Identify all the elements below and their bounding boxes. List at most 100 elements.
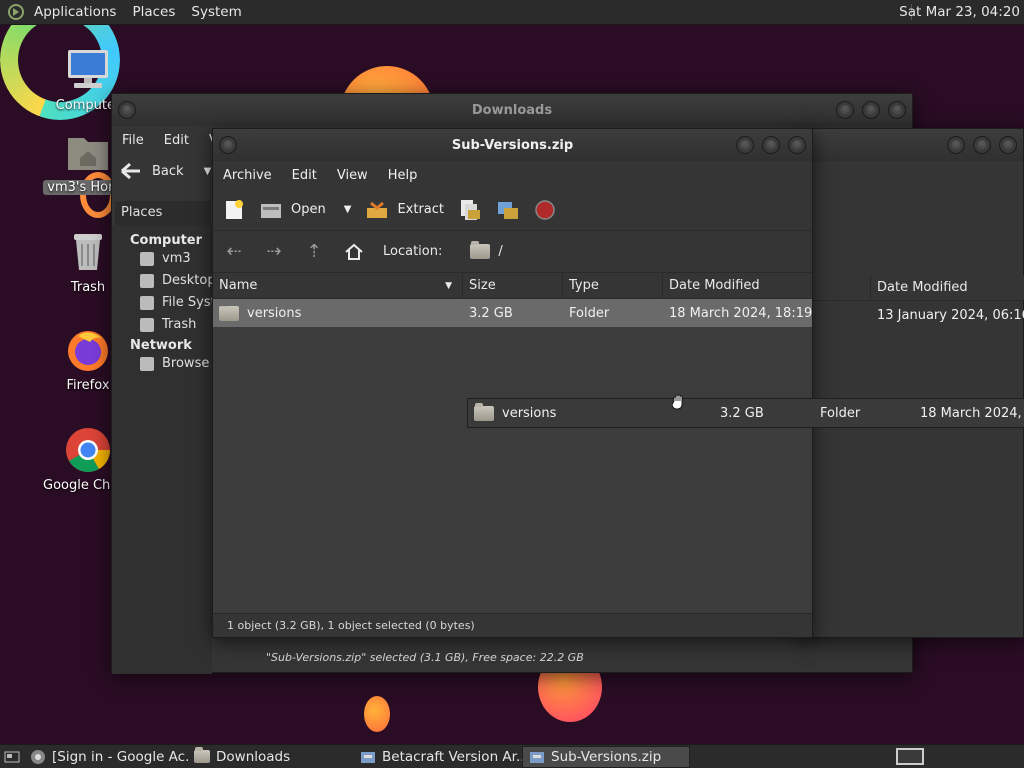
row-name: versions — [247, 305, 302, 321]
drag-size: 3.2 GB — [720, 405, 764, 421]
add-files-button[interactable] — [458, 198, 482, 222]
maximize-button[interactable] — [862, 101, 880, 119]
back-arrow-icon[interactable]: ⇠ — [223, 241, 245, 263]
archive-icon — [530, 751, 544, 763]
drag-preview-row: versions 3.2 GB Folder 18 March 2024, 18 — [467, 398, 1024, 428]
sidebar-item-vm3[interactable]: vm3 — [112, 248, 212, 270]
window-title: Downloads — [471, 102, 553, 118]
table-row[interactable]: r 13 January 2024, 06:16 — [801, 301, 1024, 329]
maximize-button[interactable] — [973, 136, 991, 154]
sidebar-item-label: Desktop — [162, 273, 212, 288]
sidebar-item-trash[interactable]: Trash — [112, 314, 212, 336]
taskbar-item-betacraft[interactable]: Betacraft Version Ar... — [354, 746, 522, 768]
taskbar-item-chrome[interactable]: [Sign in - Google Ac... — [24, 746, 188, 768]
chrome-icon — [66, 428, 110, 472]
row-date: 18 March 2024, 18:19 — [669, 305, 812, 321]
new-archive-button[interactable] — [223, 199, 245, 221]
drive-icon — [140, 295, 154, 310]
column-date-modified[interactable]: Date Modified — [663, 273, 812, 298]
distro-logo-icon[interactable] — [8, 4, 24, 20]
betacraft-titlebar[interactable] — [801, 129, 1023, 161]
folder-icon — [219, 305, 239, 321]
menu-edit[interactable]: Edit — [154, 133, 199, 148]
menu-archive[interactable]: Archive — [213, 168, 282, 183]
archive-titlebar[interactable]: Sub-Versions.zip — [213, 129, 812, 161]
archive-window[interactable]: Sub-Versions.zip Archive Edit View Help … — [212, 128, 813, 638]
window-menu-button[interactable] — [118, 101, 136, 119]
table-row[interactable]: versions 3.2 GB Folder 18 March 2024, 18… — [213, 299, 812, 327]
taskbar-item-downloads[interactable]: Downloads — [188, 746, 354, 768]
clock[interactable]: Sat Mar 23, 04:20 — [899, 4, 1020, 20]
menu-system[interactable]: System — [183, 4, 249, 20]
minimize-button[interactable] — [947, 136, 965, 154]
chrome-icon — [31, 749, 45, 764]
places-sidebar: Computer vm3 Desktop File System Trash N… — [112, 225, 212, 674]
trash-icon — [74, 234, 102, 270]
grab-hand-cursor-icon — [672, 394, 683, 410]
window-menu-button[interactable] — [219, 136, 237, 154]
downloads-titlebar[interactable]: Downloads — [112, 94, 912, 126]
computer-icon — [68, 50, 108, 88]
desktop-icon — [140, 273, 154, 288]
open-button[interactable]: Open ▼ — [259, 200, 351, 220]
trash-icon — [140, 317, 154, 332]
maximize-button[interactable] — [762, 136, 780, 154]
betacraft-window[interactable]: Date Modified r 13 January 2024, 06:16 — [800, 128, 1024, 638]
workspace-switcher[interactable] — [896, 748, 924, 765]
menu-help[interactable]: Help — [378, 168, 428, 183]
betacraft-file-list: Date Modified r 13 January 2024, 06:16 — [801, 275, 1024, 329]
show-desktop-button[interactable] — [0, 746, 24, 768]
sidebar-item-desktop[interactable]: Desktop — [112, 270, 212, 292]
drag-name: versions — [502, 405, 557, 421]
places-header[interactable]: Places — [115, 201, 211, 225]
location-path-text: / — [498, 244, 503, 259]
menu-edit[interactable]: Edit — [282, 168, 327, 183]
up-arrow-icon[interactable]: ⇡ — [303, 241, 325, 263]
back-history-dropdown-icon[interactable]: ▼ — [204, 166, 212, 177]
menu-places[interactable]: Places — [124, 4, 183, 20]
sidebar-item-browse-network[interactable]: Browse Network — [112, 353, 212, 375]
minimize-button[interactable] — [736, 136, 754, 154]
row-size: 3.2 GB — [469, 305, 513, 321]
folder-icon — [474, 402, 494, 421]
open-archive-icon — [261, 203, 281, 218]
column-date-modified[interactable]: Date Modified — [871, 275, 1024, 300]
column-header-row: Name ▼ Size Type Date Modified — [213, 273, 812, 299]
add-files-icon — [461, 199, 480, 220]
menu-view[interactable]: View — [327, 168, 378, 183]
close-button[interactable] — [888, 101, 906, 119]
extract-button[interactable]: Extract — [365, 200, 444, 220]
menu-file[interactable]: File — [112, 133, 154, 148]
back-arrow-icon — [121, 162, 140, 180]
taskbar-item-sub-versions[interactable]: Sub-Versions.zip — [522, 745, 690, 768]
add-folder-button[interactable] — [496, 198, 520, 222]
folder-icon — [470, 241, 491, 259]
menu-applications[interactable]: Applications — [26, 4, 124, 20]
open-label: Open — [291, 202, 326, 217]
column-size[interactable]: Size — [463, 273, 563, 298]
location-path[interactable]: / — [470, 241, 503, 259]
show-desktop-icon — [4, 751, 20, 762]
open-dropdown-icon[interactable]: ▼ — [344, 204, 352, 215]
archive-menubar: Archive Edit View Help — [213, 161, 812, 189]
back-label: Back — [152, 163, 184, 179]
extract-icon — [367, 201, 388, 218]
close-button[interactable] — [788, 136, 806, 154]
back-button[interactable]: Back ▼ — [120, 162, 211, 180]
column-type[interactable]: Type — [563, 273, 663, 298]
minimize-button[interactable] — [836, 101, 854, 119]
row-type: Folder — [569, 305, 610, 321]
column-name[interactable]: Name ▼ — [213, 273, 463, 298]
extract-label: Extract — [397, 202, 444, 217]
forward-arrow-icon[interactable]: ⇢ — [263, 241, 285, 263]
sidebar-item-file-system[interactable]: File System — [112, 292, 212, 314]
stop-button[interactable] — [534, 199, 556, 221]
close-button[interactable] — [999, 136, 1017, 154]
drag-type: Folder — [820, 405, 861, 421]
home-icon[interactable] — [343, 241, 365, 263]
taskbar-item-label: Downloads — [216, 748, 291, 765]
archive-icon — [361, 751, 375, 763]
sort-descending-icon: ▼ — [445, 280, 452, 291]
new-document-icon — [226, 199, 243, 219]
folder-icon — [194, 747, 210, 763]
